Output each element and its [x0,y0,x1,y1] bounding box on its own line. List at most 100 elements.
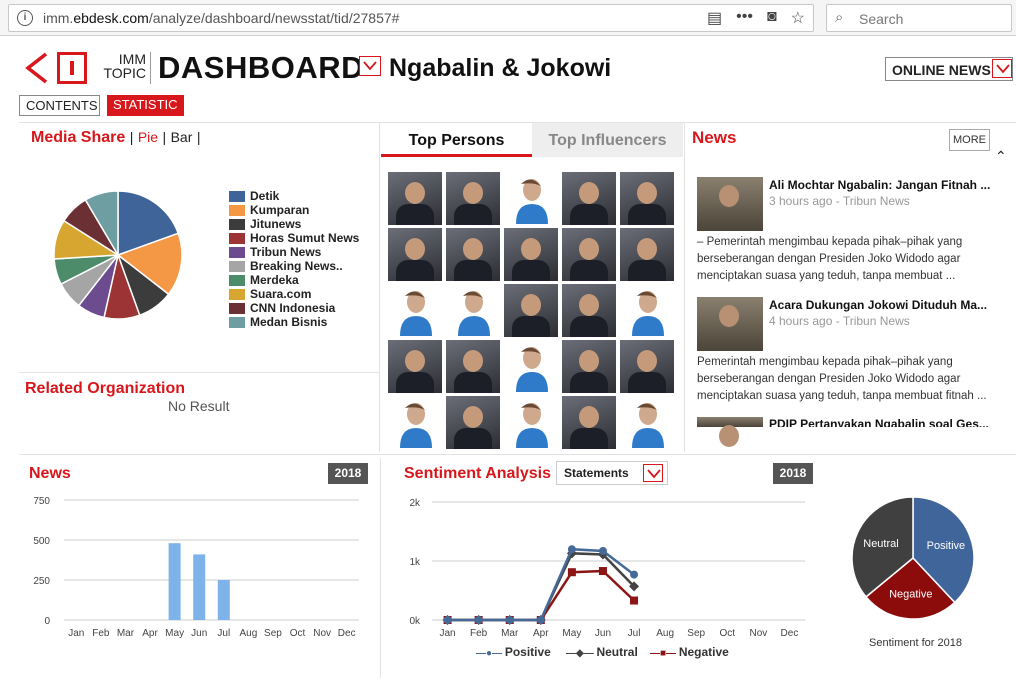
imm-logo[interactable] [24,52,94,84]
dashboard-title: DASHBOARD [158,50,364,85]
person-avatar-icon[interactable] [620,396,674,449]
x-tick-label: Sep [264,628,282,639]
pocket-icon[interactable]: ◙ [767,8,777,28]
person-avatar-icon[interactable] [504,340,558,393]
legend-swatch [229,218,245,230]
news-item-title[interactable]: PDIP Pertanyakan Ngabalin soal Ges... [769,418,991,427]
person-photo[interactable] [562,228,616,281]
x-tick-label: Apr [533,628,549,639]
x-tick-label: May [562,628,581,639]
legend-item[interactable]: Breaking News.. [229,259,359,273]
tab-contents[interactable]: CONTENTS [19,95,100,116]
news-item-title[interactable]: Ali Mochtar Ngabalin: Jangan Fitnah ... [769,178,991,192]
legend-item[interactable]: —■— Negative [650,645,729,659]
person-photo[interactable] [446,396,500,449]
legend-item[interactable]: Medan Bisnis [229,315,359,329]
person-avatar-icon[interactable] [388,284,442,337]
reader-view-icon[interactable]: ▤ [707,8,722,28]
x-tick-label: Jan [68,628,84,639]
info-icon[interactable]: i [17,10,33,26]
tab-top-persons[interactable]: Top Persons [381,123,532,157]
person-photo[interactable] [620,228,674,281]
source-select[interactable]: ONLINE NEWS [885,57,1013,81]
person-photo[interactable] [388,340,442,393]
view-pie-link[interactable]: Pie [138,129,158,145]
related-organization-title: Related Organization [25,380,186,397]
news-item-title[interactable]: Acara Dukungan Jokowi Dituduh Ma... [769,298,991,312]
person-photo[interactable] [562,396,616,449]
legend-label: Negative [678,645,729,659]
news-thumbnail[interactable] [697,417,763,447]
legend-label: Detik [250,189,280,203]
divider [684,122,685,452]
person-avatar-icon[interactable] [504,172,558,225]
legend-label: Merdeka [250,273,299,287]
more-actions-icon[interactable]: ••• [736,8,753,28]
person-photo[interactable] [504,284,558,337]
data-point [567,568,576,577]
legend-item[interactable]: Horas Sumut News [229,231,359,245]
person-avatar-icon[interactable] [620,284,674,337]
x-tick-label: Dec [338,628,356,639]
legend-item[interactable]: Detik [229,189,359,203]
legend-item[interactable]: Kumparan [229,203,359,217]
search-input[interactable]: ⌕ Search [826,4,1012,32]
person-photo[interactable] [562,172,616,225]
news-chart-title: News [29,465,71,482]
person-avatar-icon[interactable] [504,396,558,449]
person-photo[interactable] [504,228,558,281]
news-year-badge[interactable]: 2018 [328,463,368,484]
person-avatar-icon[interactable] [446,284,500,337]
legend-swatch [229,288,245,300]
bookmark-star-icon[interactable]: ☆ [791,8,805,28]
legend-label: CNN Indonesia [250,301,336,315]
news-thumbnail[interactable] [697,297,763,351]
x-tick-label: May [165,628,184,639]
person-photo[interactable] [620,172,674,225]
legend-item[interactable]: CNN Indonesia [229,301,359,315]
separator: | [162,129,167,145]
tab-statistic[interactable]: STATISTIC [107,95,184,116]
series-line [447,547,635,622]
person-photo[interactable] [562,284,616,337]
chevron-up-icon[interactable]: ⌃ [995,148,1007,165]
tab-top-influencers[interactable]: Top Influencers [532,123,683,157]
legend-swatch [229,204,245,216]
topic-dropdown-button[interactable] [359,56,381,76]
legend-item[interactable]: Merdeka [229,273,359,287]
legend-item[interactable]: Jitunews [229,217,359,231]
person-photo[interactable] [388,228,442,281]
person-photo[interactable] [562,340,616,393]
legend-label: Breaking News.. [250,259,343,273]
legend-item[interactable]: —◆— Neutral [566,645,638,659]
data-point [505,616,514,624]
circle-marker-icon: —●— [476,648,505,659]
url-bar[interactable]: i imm.ebdesk.com/analyze/dashboard/newss… [8,4,814,32]
person-photo[interactable] [620,340,674,393]
person-photo[interactable] [446,340,500,393]
news-item-body: Pemerintah mengimbau kepada pihak–pihak … [697,356,987,402]
x-tick-label: Oct [720,628,736,639]
url-text[interactable]: imm.ebdesk.com/analyze/dashboard/newssta… [43,10,399,26]
series-line [447,569,635,622]
legend-item[interactable]: Suara.com [229,287,359,301]
header-divider [150,52,151,84]
x-tick-label: Aug [239,628,257,639]
logo-box-icon [57,52,87,84]
statements-select[interactable]: Statements [556,461,668,485]
legend-swatch [229,246,245,258]
view-bar-link[interactable]: Bar [171,129,193,145]
person-photo[interactable] [446,172,500,225]
more-button[interactable]: MORE [949,129,990,151]
person-photo[interactable] [388,172,442,225]
legend-label: Kumparan [250,203,310,217]
legend-label: Neutral [596,645,638,659]
person-photo[interactable] [446,228,500,281]
legend-item[interactable]: —●— Positive [476,645,551,659]
sentiment-line-chart: 0k 1k 2k Jan Feb Mar Apr May Jun Jul Aug Sep Oct Nov D… [409,498,805,639]
sentiment-year-badge[interactable]: 2018 [773,463,813,484]
legend-item[interactable]: Tribun News [229,245,359,259]
person-avatar-icon[interactable] [388,396,442,449]
news-thumbnail[interactable] [697,177,763,231]
news-item-meta: 3 hours ago - Tribun News [769,194,910,208]
